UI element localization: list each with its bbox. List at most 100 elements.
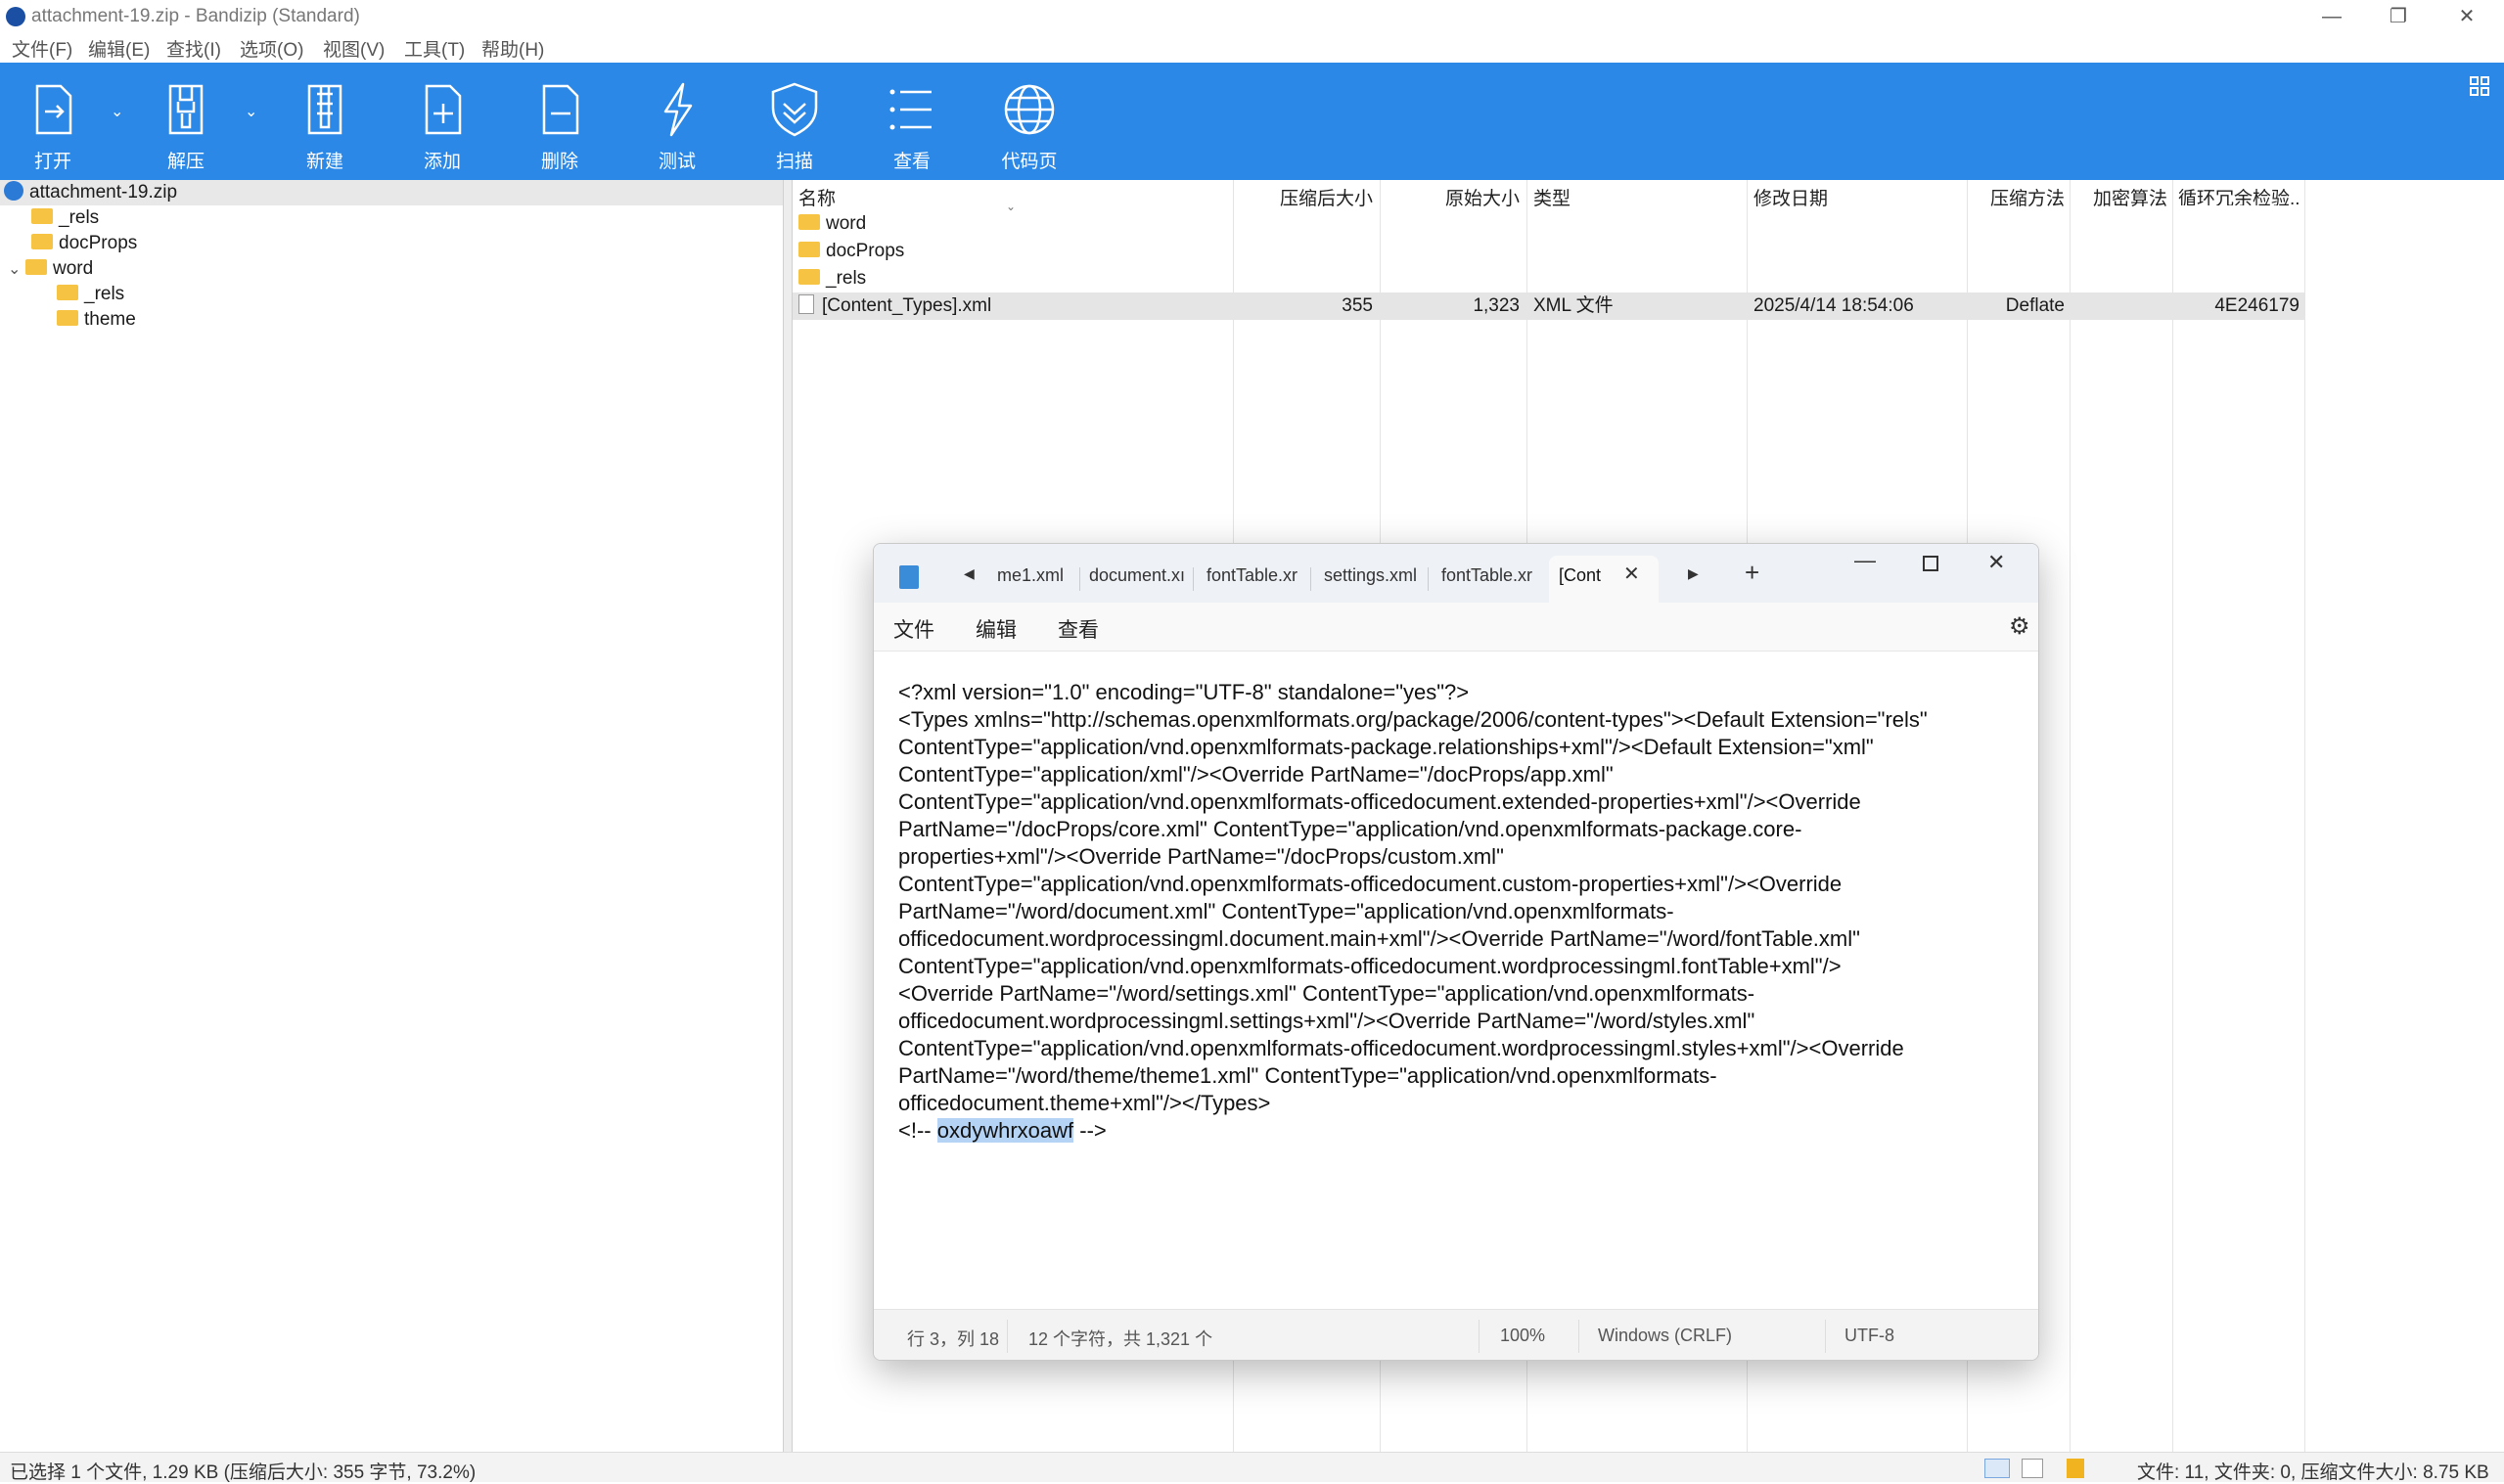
notepad-menu-bar: 文件 编辑 查看 ⚙ (874, 603, 2038, 652)
character-count: 12 个字符，共 1,321 个 (1028, 1329, 1213, 1349)
menu-bar: 文件(F) 编辑(E) 查找(I) 选项(O) 视图(V) 工具(T) 帮助(H… (0, 33, 2504, 63)
notepad-menu-view[interactable]: 查看 (1058, 614, 1099, 644)
list-row-rels[interactable]: _rels (793, 265, 2304, 292)
open-icon (35, 84, 72, 135)
list-row-content-types[interactable]: [Content_Types].xml 355 1,323 XML 文件 202… (793, 292, 2304, 320)
row-name: word (826, 213, 867, 234)
col-header-encryption[interactable]: 加密算法 (2070, 184, 2167, 209)
col-header-size[interactable]: 原始大小 (1394, 184, 1520, 209)
tab-theme1-xml[interactable]: me1.xml (997, 565, 1071, 586)
editor-line: PartName="/word/document.xml" ContentTyp… (898, 899, 1674, 923)
menu-edit[interactable]: 编辑(E) (88, 35, 150, 62)
scan-button[interactable]: 扫描 (736, 63, 853, 180)
tree-item-docprops[interactable]: docProps (31, 231, 137, 256)
status-bar: 已选择 1 个文件, 1.29 KB (压缩后大小: 355 字节, 73.2%… (0, 1452, 2504, 1483)
editor-line: PartName="/word/theme/theme1.xml" Conten… (898, 1063, 1717, 1088)
list-row-word[interactable]: word (793, 210, 2304, 238)
menu-view[interactable]: 视图(V) (323, 35, 385, 62)
folder-icon (798, 241, 820, 257)
folder-icon (57, 309, 78, 326)
list-view-icon[interactable] (2022, 1459, 2043, 1478)
settings-gear-icon[interactable]: ⚙ (2009, 612, 2030, 641)
menu-find[interactable]: 查找(I) (166, 35, 221, 62)
tab-content-types-active[interactable]: [Cont ✕ (1549, 556, 1659, 603)
tab-fonttable-xml-2[interactable]: fontTable.xr (1441, 565, 1537, 586)
tree-item-rels[interactable]: _rels (31, 205, 99, 231)
col-header-crc[interactable]: 循环冗余检验... (2178, 184, 2301, 205)
line-ending: Windows (CRLF) (1598, 1326, 1733, 1345)
new-archive-button[interactable]: 新建 (266, 63, 384, 180)
list-row-docprops[interactable]: docProps (793, 238, 2304, 265)
editor-text: <?xml version="1.0" encoding="UTF-8" sta… (898, 679, 2033, 1145)
layout-grid-icon[interactable] (2470, 76, 2489, 96)
new-tab-plus-icon[interactable]: + (1745, 558, 1759, 588)
view-button[interactable]: 查看 (853, 63, 971, 180)
status-divider (1578, 1320, 1579, 1353)
delete-button[interactable]: 删除 (501, 63, 618, 180)
delete-icon (542, 84, 579, 135)
open-dropdown-chevron-icon[interactable]: ⌄ (111, 102, 123, 121)
editor-line: properties+xml"/><Override PartName="/do… (898, 844, 1504, 869)
details-view-icon[interactable] (1984, 1459, 2010, 1478)
editor-line: officedocument.wordprocessingml.settings… (898, 1009, 1755, 1033)
bandizip-app-icon (6, 7, 25, 26)
row-type: XML 文件 (1533, 295, 1614, 316)
col-header-method[interactable]: 压缩方法 (1967, 184, 2065, 209)
tab-document-xml[interactable]: document.xı (1089, 565, 1187, 586)
column-separator (2304, 180, 2305, 1452)
notepad-menu-edit[interactable]: 编辑 (976, 614, 1017, 644)
notepad-close-button[interactable]: ✕ (1987, 550, 2005, 575)
tree-item-word-rels[interactable]: _rels (57, 282, 124, 307)
notepad-maximize-button[interactable] (1923, 556, 1938, 571)
editor-line: <?xml version="1.0" encoding="UTF-8" sta… (898, 680, 1470, 704)
notepad-minimize-button[interactable]: — (1854, 548, 1876, 573)
extract-button[interactable]: 解压 (127, 63, 245, 180)
editor-line: <Types xmlns="http://schemas.openxmlform… (898, 707, 1928, 732)
tree-item-word[interactable]: ⌄ word (8, 256, 93, 282)
view-list-icon (889, 89, 932, 130)
add-button[interactable]: 添加 (384, 63, 501, 180)
zoom-level: 100% (1500, 1326, 1546, 1345)
tab-fonttable-xml[interactable]: fontTable.xr (1206, 565, 1302, 586)
tab-settings-xml[interactable]: settings.xml (1324, 565, 1420, 586)
col-header-packed[interactable]: 压缩后大小 (1248, 184, 1373, 209)
status-summary: 文件: 11, 文件夹: 0, 压缩文件大小: 8.75 KB (2137, 1462, 2489, 1483)
col-header-name[interactable]: 名称 (798, 184, 836, 209)
menu-file[interactable]: 文件(F) (12, 35, 72, 62)
minimize-button[interactable]: — (2299, 0, 2365, 33)
extract-dropdown-chevron-icon[interactable]: ⌄ (245, 102, 257, 121)
close-button[interactable]: ✕ (2434, 0, 2500, 33)
editor-line: ContentType="application/vnd.openxmlform… (898, 735, 1874, 759)
tab-divider (1428, 567, 1429, 591)
menu-tools[interactable]: 工具(T) (404, 35, 465, 62)
row-crc: 4E246179 (2214, 295, 2299, 316)
row-modified: 2025/4/14 18:54:06 (1753, 295, 1914, 316)
new-archive-icon (307, 84, 342, 135)
cursor-position: 行 3，列 18 (907, 1329, 1000, 1349)
codepage-globe-icon (1004, 84, 1055, 135)
menu-help[interactable]: 帮助(H) (481, 35, 544, 62)
tree-item-theme[interactable]: theme (57, 307, 136, 333)
tab-scroll-left-icon[interactable]: ◀ (964, 565, 975, 582)
status-divider (1479, 1320, 1480, 1353)
menu-options[interactable]: 选项(O) (240, 35, 303, 62)
notepad-menu-file[interactable]: 文件 (893, 614, 934, 644)
maximize-button[interactable]: ❐ (2365, 0, 2432, 33)
codepage-button[interactable]: 代码页 (971, 63, 1088, 180)
row-name: [Content_Types].xml (822, 295, 992, 316)
tab-close-icon[interactable]: ✕ (1623, 562, 1640, 586)
test-button[interactable]: 测试 (618, 63, 736, 180)
notepad-editor[interactable]: <?xml version="1.0" encoding="UTF-8" sta… (874, 652, 2038, 1309)
open-button[interactable]: 打开 (0, 63, 112, 180)
scan-shield-icon (771, 82, 818, 137)
tab-scroll-right-icon[interactable]: ▶ (1688, 565, 1699, 582)
chevron-down-icon[interactable]: ⌄ (8, 257, 25, 283)
archive-info-icon[interactable] (2067, 1459, 2084, 1478)
folder-icon (798, 268, 820, 285)
col-header-type[interactable]: 类型 (1533, 184, 1571, 209)
tree-root-item[interactable]: attachment-19.zip (0, 180, 783, 205)
pane-splitter[interactable] (783, 180, 793, 1452)
notepad-window: ◀ me1.xml document.xı fontTable.xr setti… (873, 543, 2039, 1361)
tab-divider (1193, 567, 1194, 591)
col-header-modified[interactable]: 修改日期 (1753, 184, 1828, 209)
